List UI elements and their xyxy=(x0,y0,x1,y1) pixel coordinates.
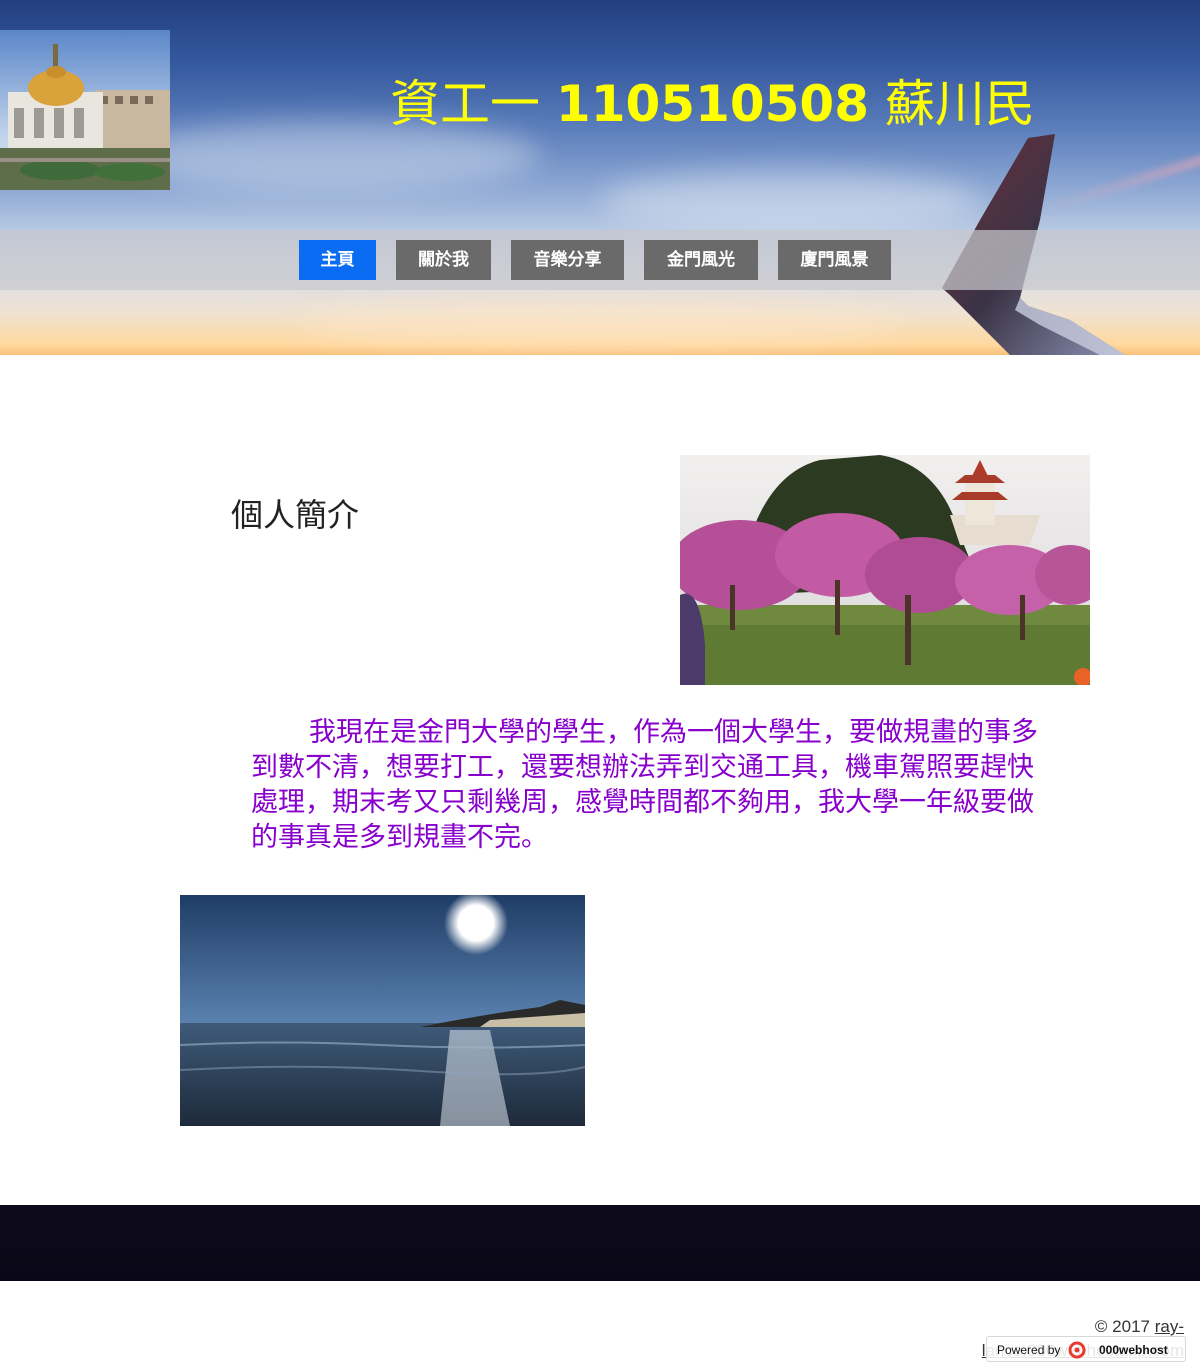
main-nav: 主頁 關於我 音樂分享 金門風光 廈門風景 xyxy=(0,240,1200,280)
title-prefix: 資工一 xyxy=(390,75,556,133)
section-heading: 個人簡介 xyxy=(231,496,360,534)
header-banner: 資工一 110510508 蘇川民 主頁 關於我 音樂分享 金門風光 廈門風景 xyxy=(0,0,1200,355)
site-title: 資工一 110510508 蘇川民 xyxy=(390,72,1035,136)
000webhost-logo-icon xyxy=(1068,1341,1086,1359)
cloud-decoration xyxy=(300,300,900,350)
badge-brand-name: 000webhost xyxy=(1099,1343,1168,1357)
nav-item-xiamen[interactable]: 廈門風景 xyxy=(778,240,891,280)
nav-item-about[interactable]: 關於我 xyxy=(396,240,491,280)
badge-powered-label: Powered by xyxy=(997,1343,1061,1357)
nav-item-home[interactable]: 主頁 xyxy=(299,240,376,280)
palace-logo xyxy=(0,30,170,190)
cherry-blossom-photo xyxy=(680,455,1090,685)
powered-by-badge[interactable]: Powered by 000webhost xyxy=(986,1336,1186,1362)
seaside-photo xyxy=(180,895,585,1126)
nav-item-music[interactable]: 音樂分享 xyxy=(511,240,624,280)
footer-bar xyxy=(0,1205,1200,1281)
title-suffix: 蘇川民 xyxy=(869,75,1035,133)
nav-item-kinmen[interactable]: 金門風光 xyxy=(644,240,758,280)
intro-paragraph: 我現在是金門大學的學生，作為一個大學生，要做規畫的事多到數不清，想要打工，還要想… xyxy=(251,717,1038,853)
student-number: 110510508 xyxy=(555,75,870,133)
copyright-prefix: © 2017 xyxy=(1094,1317,1155,1336)
